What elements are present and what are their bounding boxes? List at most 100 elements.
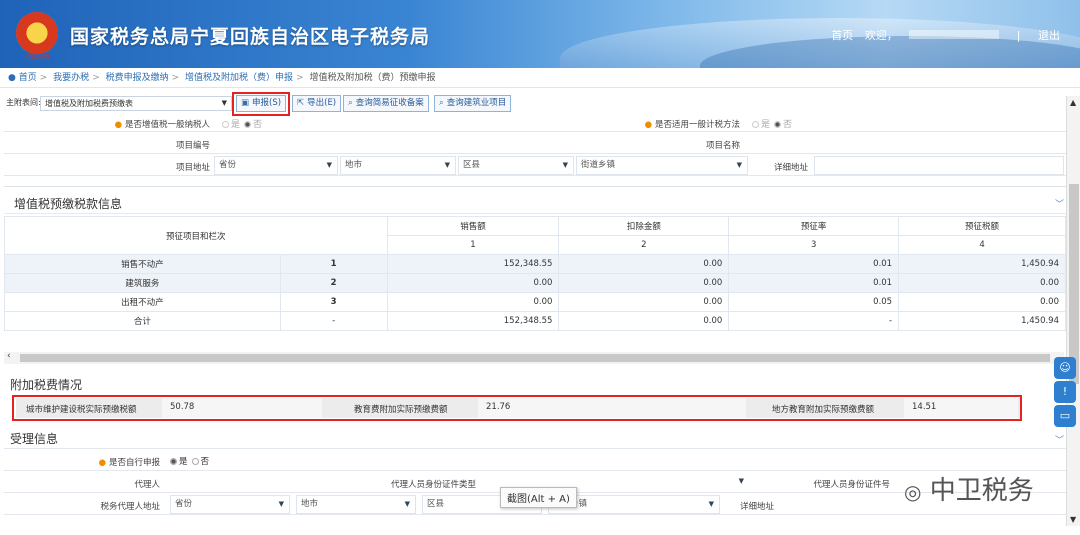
deduct-cell[interactable]: 0.00 xyxy=(558,292,730,312)
search-icon: ⌕ xyxy=(348,98,353,108)
message-icon[interactable]: ▭ xyxy=(1054,405,1076,427)
radio-yes-label: 是 xyxy=(231,120,241,130)
horizontal-scrollbar[interactable]: ‹ xyxy=(4,351,1064,364)
agent-city-select[interactable]: 地市 ▼ xyxy=(296,495,416,514)
acceptance-section-title: 受理信息 xyxy=(10,432,59,446)
col-number: 1 xyxy=(386,235,560,255)
radio-no[interactable] xyxy=(244,121,252,128)
chevron-left-icon[interactable]: ‹ xyxy=(7,351,11,361)
info-icon[interactable]: ! xyxy=(1054,381,1076,403)
scrollbar-thumb[interactable] xyxy=(20,354,1050,362)
radio-yes[interactable] xyxy=(222,121,229,128)
required-mark: ● xyxy=(114,120,122,130)
chevron-down-icon[interactable]: ﹀ xyxy=(1055,197,1064,210)
radio-yes-label: 是 xyxy=(761,120,771,130)
vertical-scrollbar[interactable]: ▲ ▼ xyxy=(1066,96,1080,526)
radio-no[interactable] xyxy=(191,458,199,465)
row-name: 建筑服务 xyxy=(4,273,281,293)
radio-yes-label: 是 xyxy=(179,457,188,467)
agent-address-label: 税务代理人地址 xyxy=(100,502,160,512)
chevron-down-icon[interactable]: ▼ xyxy=(1070,515,1076,524)
scrollbar-thumb[interactable] xyxy=(1069,184,1079,384)
breadcrumb-declare[interactable]: 税费申报及缴纳 xyxy=(106,73,169,83)
general-method-text: 是否适用一般计税方法 xyxy=(654,120,740,130)
province-select[interactable]: 省份 ▼ xyxy=(214,156,338,175)
sales-cell[interactable]: 0.00 xyxy=(386,292,560,312)
general-method-radios[interactable]: 是否 xyxy=(748,117,792,130)
breadcrumb-home[interactable]: 首页 xyxy=(19,73,37,83)
vat-section-header xyxy=(4,186,1066,214)
col-number: 3 xyxy=(728,235,900,255)
radio-no-label: 否 xyxy=(783,120,793,130)
breadcrumb: ● 首页 > 我要办税 > 税费申报及缴纳 > 增值税及附加税（费）申报 > 增值税及附… xyxy=(0,68,1080,88)
col-project-header: 预征项目和栏次 xyxy=(4,216,388,255)
main-form-value: 增值税及附加税费预缴表 xyxy=(45,99,133,108)
tax-emblem-logo xyxy=(16,12,58,54)
table-row: 销售不动产 1 152,348.55 0.00 0.01 1,450.94 xyxy=(4,254,1066,274)
self-declare-radios[interactable]: 是否 xyxy=(166,455,209,467)
city-select[interactable]: 地市 ▼ xyxy=(340,156,456,175)
search-icon: ⌕ xyxy=(439,98,444,108)
required-mark: ● xyxy=(644,120,652,130)
street-text: 街道乡镇 xyxy=(581,160,616,170)
district-text: 区县 xyxy=(463,160,481,170)
radio-no[interactable] xyxy=(774,121,782,128)
general-taxpayer-radios[interactable]: 是否 xyxy=(218,117,262,130)
tax-cell: 0.00 xyxy=(898,292,1066,312)
district-select[interactable]: 区县 ▼ xyxy=(458,156,574,175)
rate-total: - xyxy=(728,311,900,331)
header-links: 首页 欢迎， | 退出 xyxy=(823,27,1060,43)
sales-total: 152,348.55 xyxy=(386,311,560,331)
sales-cell[interactable]: 0.00 xyxy=(386,273,560,293)
vat-table: 预征项目和栏次 销售额 扣除金额 预征率 预征税额 1 2 3 4 销售不动产 … xyxy=(4,216,1066,331)
chevron-down-icon[interactable]: ﹀ xyxy=(1055,433,1064,446)
row-no: 1 xyxy=(279,254,388,274)
breadcrumb-vat[interactable]: 增值税及附加税（费）申报 xyxy=(185,73,293,83)
radio-yes[interactable] xyxy=(170,458,177,465)
chat-icon[interactable]: ☺ xyxy=(1054,357,1076,379)
deduct-total: 0.00 xyxy=(558,311,730,331)
welcome-text: 欢迎， xyxy=(864,29,898,42)
screenshot-tooltip: 截图(Alt + A) xyxy=(500,487,577,508)
rate-cell: 0.01 xyxy=(728,273,900,293)
tax-cell: 1,450.94 xyxy=(898,254,1066,274)
logout-link[interactable]: 退出 xyxy=(1038,29,1060,42)
chevron-down-icon: ▼ xyxy=(221,99,227,107)
tax-cell: 0.00 xyxy=(898,273,1066,293)
breadcrumb-sep: > xyxy=(296,73,304,83)
required-mark: ● xyxy=(98,458,106,468)
chevron-up-icon[interactable]: ▲ xyxy=(1070,98,1076,107)
table-row: 出租不动产 3 0.00 0.00 0.05 0.00 xyxy=(4,292,1066,312)
query-building-button[interactable]: ⌕ 查询建筑业项目 xyxy=(434,95,512,112)
home-link[interactable]: 首页 xyxy=(831,29,853,42)
radio-no-label: 否 xyxy=(200,457,210,467)
agent-province-select[interactable]: 省份 ▼ xyxy=(170,495,290,514)
rate-cell: 0.05 xyxy=(728,292,900,312)
project-name-label: 项目名称 xyxy=(705,141,740,151)
deduct-cell[interactable]: 0.00 xyxy=(558,254,730,274)
col-number: 2 xyxy=(558,235,730,255)
self-declare-label: ● 是否自行申报 xyxy=(60,456,160,468)
user-name-blurred xyxy=(909,30,1000,39)
main-form-select[interactable]: 增值税及附加税费预缴表 ▼ xyxy=(40,96,232,111)
detail-address-input[interactable] xyxy=(814,156,1064,175)
col-number: 4 xyxy=(898,235,1066,255)
deduct-cell[interactable]: 0.00 xyxy=(558,273,730,293)
query-simple-button[interactable]: ⌕ 查询简易征收备案 xyxy=(343,95,429,112)
breadcrumb-tax[interactable]: 我要办税 xyxy=(53,73,89,83)
radio-no-label: 否 xyxy=(253,120,263,130)
rate-cell: 0.01 xyxy=(728,254,900,274)
row-name: 出租不动产 xyxy=(4,292,281,312)
query-building-label: 查询建筑业项目 xyxy=(446,98,507,108)
district-text: 区县 xyxy=(427,499,445,509)
sales-cell[interactable]: 152,348.55 xyxy=(386,254,560,274)
main-form-label: 主附表间: xyxy=(6,98,41,107)
breadcrumb-sep: > xyxy=(171,73,180,83)
radio-yes[interactable] xyxy=(752,121,759,128)
export-button[interactable]: ⇱ 导出(E) xyxy=(292,95,342,112)
street-select[interactable]: 街道乡镇 ▼ xyxy=(576,156,748,175)
breadcrumb-sep: > xyxy=(92,73,100,83)
project-no-label: 项目编号 xyxy=(175,141,210,151)
chevron-down-icon: ▼ xyxy=(404,500,410,508)
chevron-down-icon: ▼ xyxy=(736,161,742,169)
